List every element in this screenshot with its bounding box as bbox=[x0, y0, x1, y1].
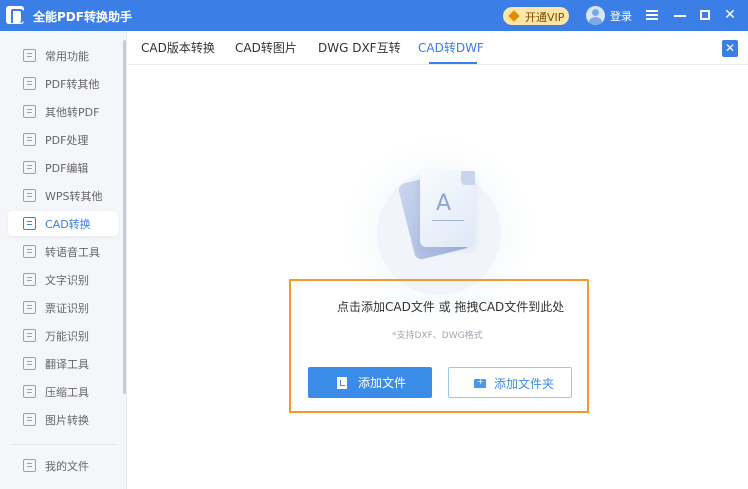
sidebar-item-label: PDF转其他 bbox=[45, 78, 100, 91]
cad-file-icon: A bbox=[420, 171, 475, 247]
sidebar-item-label: 其他转PDF bbox=[45, 106, 100, 119]
wps-icon bbox=[23, 189, 36, 202]
add-folder-label: 添加文件夹 bbox=[494, 377, 555, 391]
sidebar-item-label: PDF处理 bbox=[45, 134, 89, 147]
tab-dwg-dxf[interactable]: DWG DXF互转 bbox=[318, 39, 401, 56]
sidebar-item-label: 翻译工具 bbox=[45, 358, 89, 371]
pdf-import-icon bbox=[23, 105, 36, 118]
translate-icon bbox=[23, 357, 36, 370]
sidebar-item-ticket-recognition[interactable]: 票证识别 bbox=[8, 295, 118, 320]
audio-icon bbox=[23, 245, 36, 258]
image-convert-icon bbox=[23, 413, 36, 426]
drop-zone-subtitle: *支持DXF、DWG格式 bbox=[392, 331, 483, 341]
sidebar-item-label: 图片转换 bbox=[45, 414, 89, 427]
universal-recognition-icon bbox=[23, 329, 36, 342]
sidebar-item-audio[interactable]: 转语音工具 bbox=[8, 239, 118, 264]
title-bar: 全能PDF转换助手 开通VIP 登录 ✕ bbox=[0, 0, 748, 31]
maximize-icon[interactable] bbox=[694, 4, 716, 26]
add-file-button[interactable]: 添加文件 bbox=[308, 367, 432, 398]
add-folder-button[interactable]: 添加文件夹 bbox=[448, 367, 572, 398]
add-file-label: 添加文件 bbox=[358, 376, 407, 390]
app-logo-icon bbox=[6, 6, 25, 24]
menu-icon[interactable] bbox=[641, 4, 663, 26]
sidebar-item-other-to-pdf[interactable]: 其他转PDF bbox=[8, 99, 118, 124]
login-link[interactable]: 登录 bbox=[610, 8, 632, 24]
tab-bar: CAD版本转换 CAD转图片 DWG DXF互转 CAD转DWF bbox=[128, 31, 748, 65]
tab-cad-to-dwf[interactable]: CAD转DWF bbox=[418, 39, 484, 56]
close-icon[interactable]: ✕ bbox=[719, 4, 741, 26]
sidebar-item-label: PDF编辑 bbox=[45, 162, 89, 175]
pdf-edit-icon bbox=[23, 161, 36, 174]
tab-cad-to-image[interactable]: CAD转图片 bbox=[235, 39, 297, 56]
folder-icon bbox=[23, 459, 36, 472]
vip-label: 开通VIP bbox=[525, 11, 565, 24]
main-panel: A 点击添加CAD文件 或 拖拽CAD文件到此处 *支持DXF、DWG格式 添加… bbox=[128, 66, 748, 489]
diamond-icon bbox=[508, 10, 520, 22]
sidebar-item-image-convert[interactable]: 图片转换 bbox=[8, 407, 118, 432]
sidebar-item-label: WPS转其他 bbox=[45, 190, 103, 203]
file-letter: A bbox=[436, 191, 452, 216]
file-add-icon bbox=[337, 377, 347, 389]
sidebar-item-label: 压缩工具 bbox=[45, 386, 89, 399]
sidebar-item-pdf-edit[interactable]: PDF编辑 bbox=[8, 155, 118, 180]
sidebar-item-label: 文字识别 bbox=[45, 274, 89, 287]
sidebar-item-compress[interactable]: 压缩工具 bbox=[8, 379, 118, 404]
sidebar-item-label: 转语音工具 bbox=[45, 246, 100, 259]
compress-icon bbox=[23, 385, 36, 398]
text-recognition-icon bbox=[23, 273, 36, 286]
active-tab-indicator bbox=[429, 62, 477, 64]
ticket-recognition-icon bbox=[23, 301, 36, 314]
sidebar-item-pdf-process[interactable]: PDF处理 bbox=[8, 127, 118, 152]
sidebar-item-label: 万能识别 bbox=[45, 330, 89, 343]
drop-zone[interactable]: 点击添加CAD文件 或 拖拽CAD文件到此处 *支持DXF、DWG格式 添加文件… bbox=[289, 279, 589, 413]
sidebar-item-my-files[interactable]: 我的文件 bbox=[8, 453, 118, 478]
sidebar: 常用功能 PDF转其他 其他转PDF PDF处理 PDF编辑 WPS转其他 CA… bbox=[0, 31, 127, 489]
pdf-process-icon bbox=[23, 133, 36, 146]
file-rule bbox=[432, 220, 464, 221]
sidebar-item-label: 我的文件 bbox=[45, 460, 89, 473]
sidebar-item-wps[interactable]: WPS转其他 bbox=[8, 183, 118, 208]
vip-button[interactable]: 开通VIP bbox=[503, 7, 569, 25]
sidebar-item-text-recognition[interactable]: 文字识别 bbox=[8, 267, 118, 292]
minimize-icon[interactable] bbox=[669, 4, 691, 26]
cad-icon bbox=[23, 217, 36, 230]
avatar[interactable] bbox=[586, 6, 605, 25]
sidebar-divider bbox=[10, 444, 117, 445]
sidebar-item-pdf-to-other[interactable]: PDF转其他 bbox=[8, 71, 118, 96]
sidebar-item-universal-recognition[interactable]: 万能识别 bbox=[8, 323, 118, 348]
pdf-export-icon bbox=[23, 77, 36, 90]
sidebar-item-label: 票证识别 bbox=[45, 302, 89, 315]
app-title: 全能PDF转换助手 bbox=[33, 10, 132, 24]
sidebar-item-label: CAD转换 bbox=[45, 218, 91, 231]
sidebar-item-translate[interactable]: 翻译工具 bbox=[8, 351, 118, 376]
sidebar-scrollbar[interactable] bbox=[123, 40, 126, 394]
sidebar-item-cad[interactable]: CAD转换 bbox=[8, 211, 118, 236]
file-corner bbox=[461, 171, 475, 185]
folder-add-icon bbox=[474, 377, 486, 388]
drop-zone-title: 点击添加CAD文件 或 拖拽CAD文件到此处 bbox=[337, 300, 565, 314]
star-icon bbox=[23, 49, 36, 62]
tab-cad-version[interactable]: CAD版本转换 bbox=[141, 39, 215, 56]
sidebar-item-label: 常用功能 bbox=[45, 50, 89, 63]
close-panel-icon[interactable]: ✕ bbox=[722, 40, 738, 57]
sidebar-item-common[interactable]: 常用功能 bbox=[8, 43, 118, 68]
